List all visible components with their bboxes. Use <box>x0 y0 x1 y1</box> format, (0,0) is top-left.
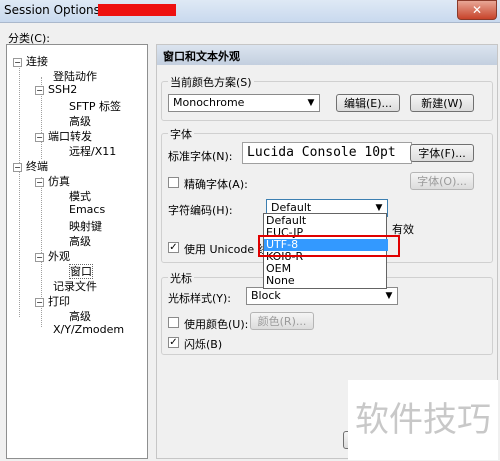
tree-node-login-actions[interactable]: 登陆动作 <box>53 68 97 84</box>
category-tree[interactable]: − 连接 登陆动作 − SSH2 SFTP 标签 高级 − 端口转发 远程/X11 −… <box>6 44 148 459</box>
close-button[interactable]: ✕ <box>457 0 497 20</box>
tree-node-window[interactable]: 窗口 <box>69 263 93 279</box>
blink-checkbox[interactable]: ✓ <box>168 337 179 348</box>
cursor-style-value: Block <box>251 289 281 302</box>
tree-node-appearance[interactable]: − 外观 <box>35 248 70 264</box>
tree-node-mapped-keys[interactable]: 映射键 <box>69 218 102 234</box>
tree-node-connection[interactable]: − 连接 <box>13 53 48 69</box>
cursor-style-label: 光标样式(Y): <box>168 292 232 305</box>
tree-node-log-file[interactable]: 记录文件 <box>53 278 97 294</box>
color-scheme-value: Monochrome <box>173 96 245 109</box>
tree-node-port-forwarding[interactable]: − 端口转发 <box>35 128 92 144</box>
panel-title: 窗口和文本外观 <box>163 50 240 63</box>
use-color-checkbox[interactable] <box>168 317 179 328</box>
precise-font-checkbox[interactable] <box>168 177 179 188</box>
panel-header: 窗口和文本外观 <box>157 45 497 65</box>
unicode-line-checkbox[interactable]: ✓ <box>168 242 179 253</box>
tree-node-modes[interactable]: 模式 <box>69 188 91 204</box>
normal-font-value: Lucida Console 10pt <box>242 142 412 164</box>
cursor-style-select[interactable]: Block ▼ <box>246 287 398 305</box>
tree-node-ssh2[interactable]: − SSH2 <box>35 83 77 96</box>
font-button[interactable]: 字体(F)... <box>410 144 474 162</box>
precise-font-button[interactable]: 字体(O)... <box>410 172 474 190</box>
tree-node-terminal[interactable]: − 终端 <box>13 158 48 174</box>
tree-node-emacs[interactable]: Emacs <box>69 203 105 216</box>
blink-label: 闪烁(B) <box>184 338 223 351</box>
cursor-group-title: 光标 <box>168 270 194 286</box>
color-scheme-select[interactable]: Monochrome ▼ <box>168 94 320 112</box>
new-scheme-button[interactable]: 新建(W) <box>410 94 474 112</box>
tree-node-sftp-tab[interactable]: SFTP 标签 <box>69 98 121 114</box>
tree-node-printing[interactable]: − 打印 <box>35 293 70 309</box>
edit-scheme-button[interactable]: 编辑(E)... <box>336 94 400 112</box>
chevron-down-icon: ▼ <box>385 291 393 301</box>
redacted-session-name <box>98 4 176 16</box>
chevron-down-icon: ▼ <box>307 98 315 108</box>
color-scheme-group: 当前颜色方案(S) Monochrome ▼ 编辑(E)... 新建(W) <box>161 74 493 121</box>
watermark: 软件技巧 <box>348 380 498 460</box>
title-bar: Session Options - ✕ <box>0 0 500 23</box>
window-title: Session Options - <box>4 3 109 17</box>
color-scheme-title: 当前颜色方案(S) <box>168 74 254 90</box>
encoding-label: 字符编码(H): <box>168 204 233 217</box>
tree-node-printing-advanced[interactable]: 高级 <box>69 308 91 324</box>
precise-font-label: 精确字体(A): <box>184 178 248 191</box>
normal-font-label: 标准字体(N): <box>168 150 233 163</box>
tree-node-emulation-advanced[interactable]: 高级 <box>69 233 91 249</box>
encoding-option-none[interactable]: None <box>264 275 388 287</box>
tree-node-xyzmodem[interactable]: X/Y/Zmodem <box>53 323 124 336</box>
tree-node-ssh2-advanced[interactable]: 高级 <box>69 113 91 129</box>
use-color-label: 使用颜色(U): <box>184 318 249 331</box>
tree-node-emulation[interactable]: − 仿真 <box>35 173 70 189</box>
tree-node-remote-x11[interactable]: 远程/X11 <box>69 143 116 159</box>
cursor-color-button[interactable]: 颜色(R)... <box>250 312 314 330</box>
font-group-title: 字体 <box>168 126 194 142</box>
highlight-annotation-box <box>258 235 400 257</box>
